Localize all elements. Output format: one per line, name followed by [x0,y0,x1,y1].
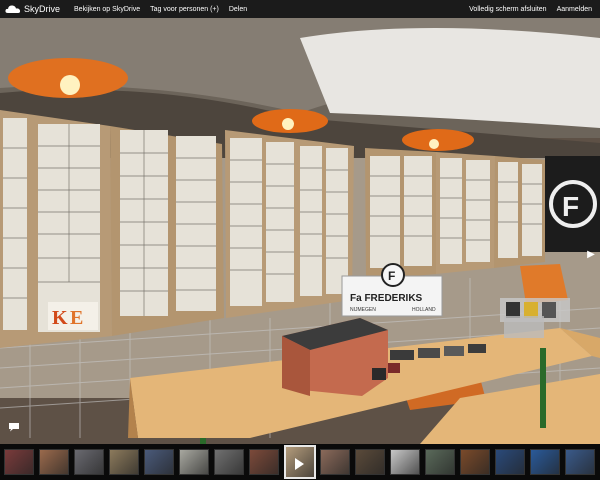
filmstrip-thumb[interactable] [179,449,209,475]
top-nav: Bekijken op SkyDrive Tag voor personen (… [74,6,247,13]
app-name: SkyDrive [24,4,61,14]
frederiks-logo: F [562,191,579,222]
svg-text:F: F [388,269,395,283]
view-on-skydrive-link[interactable]: Bekijken op SkyDrive [74,6,140,13]
cloud-icon [5,5,21,13]
sign-city: NIJMEGEN [350,307,376,313]
photo-scene: K E F F Fa FREDERIKS NIJMEGEN HOLLAND [0,18,600,444]
filmstrip-thumb[interactable] [425,449,455,475]
filmstrip-thumb[interactable] [460,449,490,475]
filmstrip [0,444,600,480]
comment-icon[interactable] [8,422,20,432]
filmstrip-thumb[interactable] [390,449,420,475]
main-photo: K E F F Fa FREDERIKS NIJMEGEN HOLLAND ▶ [0,18,600,444]
filmstrip-thumb[interactable] [530,449,560,475]
photo-viewer: SkyDrive Bekijken op SkyDrive Tag voor p… [0,0,600,480]
sign-country: HOLLAND [412,307,436,313]
sign-title: Fa FREDERIKS [350,293,423,304]
filmstrip-thumb[interactable] [109,449,139,475]
svg-text:E: E [70,307,83,329]
top-actions: Volledig scherm afsluiten Aanmelden [469,6,592,13]
next-photo-arrow-icon[interactable]: ▶ [586,249,596,261]
filmstrip-thumb[interactable] [495,449,525,475]
filmstrip-thumb[interactable] [39,449,69,475]
filmstrip-thumb[interactable] [4,449,34,475]
filmstrip-thumb[interactable] [565,449,595,475]
share-link[interactable]: Delen [229,6,247,13]
svg-text:K: K [52,307,68,329]
filmstrip-thumb[interactable] [355,449,385,475]
top-bar: SkyDrive Bekijken op SkyDrive Tag voor p… [0,0,600,18]
filmstrip-thumb[interactable] [74,449,104,475]
filmstrip-thumb[interactable] [249,449,279,475]
sign-in-link[interactable]: Aanmelden [557,6,592,13]
play-icon [295,458,304,470]
filmstrip-thumb[interactable] [144,449,174,475]
filmstrip-thumb-active[interactable] [284,445,316,479]
tag-people-link[interactable]: Tag voor personen (+) [150,6,219,13]
brand[interactable]: SkyDrive [5,4,60,14]
filmstrip-thumb[interactable] [320,449,350,475]
filmstrip-thumb[interactable] [214,449,244,475]
exit-fullscreen-link[interactable]: Volledig scherm afsluiten [469,6,546,13]
